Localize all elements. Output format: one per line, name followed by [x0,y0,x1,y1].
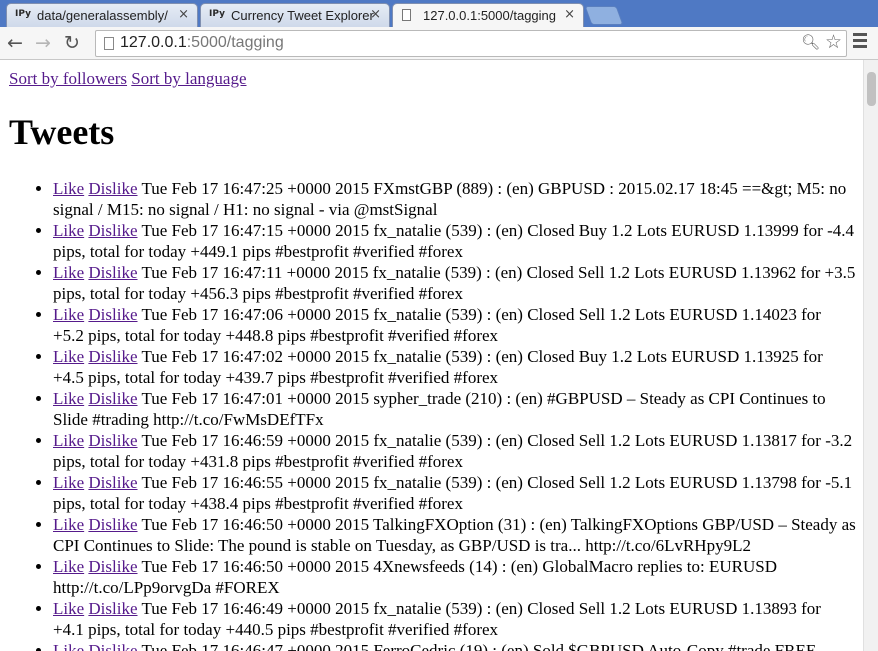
like-link[interactable]: Like [53,557,84,576]
dislike-link[interactable]: Dislike [88,473,137,492]
new-tab-button[interactable] [584,6,624,25]
tweet-item: Like Dislike Tue Feb 17 16:47:06 +0000 2… [53,304,856,346]
tweet-item: Like Dislike Tue Feb 17 16:47:02 +0000 2… [53,346,856,388]
like-link[interactable]: Like [53,305,84,324]
like-link[interactable]: Like [53,263,84,282]
tab-title: 127.0.0.1:5000/tagging [423,8,557,23]
ipython-favicon-icon: IPy [15,9,31,19]
dislike-link[interactable]: Dislike [88,431,137,450]
dislike-link[interactable]: Dislike [88,599,137,618]
tweet-text: Tue Feb 17 16:47:01 +0000 2015 sypher_tr… [53,389,826,429]
dislike-link[interactable]: Dislike [88,389,137,408]
vertical-scrollbar[interactable] [863,60,878,651]
tab-generalassembly[interactable]: IPy data/generalassembly/ × [6,3,198,27]
tweet-list: Like Dislike Tue Feb 17 16:47:25 +0000 2… [53,178,856,651]
dislike-link[interactable]: Dislike [88,221,137,240]
tweet-item: Like Dislike Tue Feb 17 16:47:15 +0000 2… [53,220,856,262]
sort-by-language-link[interactable]: Sort by language [131,69,246,88]
sort-links: Sort by followers Sort by language [9,69,247,89]
browser-toolbar: ← → ↻ 127.0.0.1:5000/tagging 🔍︎ ☆ [0,27,878,60]
dislike-link[interactable]: Dislike [88,305,137,324]
page-content: Sort by followers Sort by language Tweet… [0,60,863,651]
tweet-item: Like Dislike Tue Feb 17 16:47:01 +0000 2… [53,388,856,430]
tweet-item: Like Dislike Tue Feb 17 16:46:55 +0000 2… [53,472,856,514]
back-arrow-icon[interactable]: ← [7,31,23,55]
like-link[interactable]: Like [53,347,84,366]
tweet-text: Tue Feb 17 16:47:25 +0000 2015 FXmstGBP … [53,179,847,219]
close-tab-icon[interactable]: × [564,7,575,22]
hamburger-menu-icon[interactable] [853,33,867,51]
like-link[interactable]: Like [53,179,84,198]
dislike-link[interactable]: Dislike [88,179,137,198]
like-link[interactable]: Like [53,515,84,534]
tweet-text: Tue Feb 17 16:46:50 +0000 2015 4Xnewsfee… [53,557,777,597]
close-tab-icon[interactable]: × [178,7,189,22]
reload-icon[interactable]: ↻ [64,31,80,55]
tweet-item: Like Dislike Tue Feb 17 16:47:11 +0000 2… [53,262,856,304]
tweet-text: Tue Feb 17 16:47:02 +0000 2015 fx_natali… [53,347,823,387]
tweet-item: Like Dislike Tue Feb 17 16:46:49 +0000 2… [53,598,856,640]
tweet-text: Tue Feb 17 16:46:55 +0000 2015 fx_natali… [53,473,853,513]
tab-title: data/generalassembly/ [37,8,168,23]
sort-by-followers-link[interactable]: Sort by followers [9,69,127,88]
close-tab-icon[interactable]: × [370,7,381,22]
dislike-link[interactable]: Dislike [88,263,137,282]
tab-tagging[interactable]: 127.0.0.1:5000/tagging × [392,3,584,28]
page-icon [104,37,114,50]
tweet-text: Tue Feb 17 16:46:49 +0000 2015 fx_natali… [53,599,821,639]
dislike-link[interactable]: Dislike [88,641,137,651]
zoom-icon[interactable]: 🔍︎ [801,33,820,51]
tweet-item: Like Dislike Tue Feb 17 16:46:50 +0000 2… [53,514,856,556]
address-bar[interactable]: 127.0.0.1:5000/tagging 🔍︎ ☆ [95,30,847,57]
tab-strip: IPy data/generalassembly/ × IPy Currency… [0,0,878,28]
tweet-item: Like Dislike Tue Feb 17 16:46:50 +0000 2… [53,556,856,598]
tweet-text: Tue Feb 17 16:46:47 +0000 2015 FerroCedr… [141,641,817,651]
tab-title: Currency Tweet Explorer [231,8,374,23]
ipython-favicon-icon: IPy [209,9,225,19]
like-link[interactable]: Like [53,389,84,408]
like-link[interactable]: Like [53,431,84,450]
page-title: Tweets [9,112,115,152]
like-link[interactable]: Like [53,473,84,492]
dislike-link[interactable]: Dislike [88,515,137,534]
page-favicon-icon [402,9,411,21]
dislike-link[interactable]: Dislike [88,347,137,366]
tweet-text: Tue Feb 17 16:47:11 +0000 2015 fx_natali… [53,263,856,303]
tweet-text: Tue Feb 17 16:46:50 +0000 2015 TalkingFX… [53,515,856,555]
tweet-text: Tue Feb 17 16:47:15 +0000 2015 fx_natali… [53,221,854,261]
tweet-item: Like Dislike Tue Feb 17 16:47:25 +0000 2… [53,178,856,220]
dislike-link[interactable]: Dislike [88,557,137,576]
tweet-text: Tue Feb 17 16:47:06 +0000 2015 fx_natali… [53,305,821,345]
like-link[interactable]: Like [53,599,84,618]
tweet-text: Tue Feb 17 16:46:59 +0000 2015 fx_natali… [53,431,853,471]
tweet-item: Like Dislike Tue Feb 17 16:46:59 +0000 2… [53,430,856,472]
like-link[interactable]: Like [53,221,84,240]
like-link[interactable]: Like [53,641,84,651]
url-path: :5000/tagging [186,34,284,51]
scrollbar-thumb[interactable] [867,72,876,106]
tweet-item: Like Dislike Tue Feb 17 16:46:47 +0000 2… [53,640,856,651]
tab-currency-tweet-explorer[interactable]: IPy Currency Tweet Explorer × [200,3,390,27]
url-text[interactable]: 127.0.0.1:5000/tagging [120,34,284,52]
forward-arrow-icon[interactable]: → [35,31,51,55]
url-host: 127.0.0.1 [120,34,187,51]
star-icon[interactable]: ☆ [825,31,842,53]
